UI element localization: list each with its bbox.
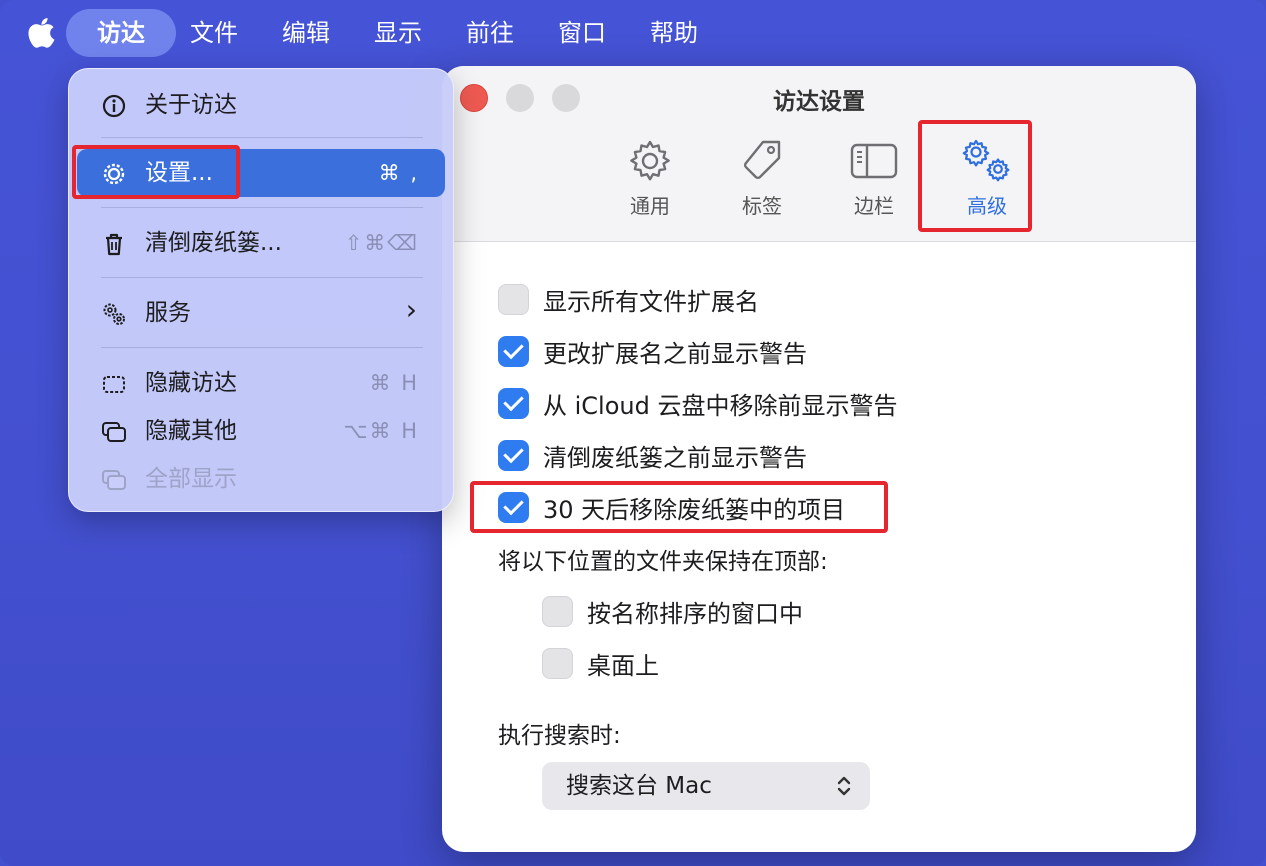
search-scope-value: 搜索这台 Mac <box>566 773 712 799</box>
menu-item-shortcut: ⌥⌘ H <box>343 419 419 443</box>
chevron-up-down-icon <box>837 776 851 796</box>
option-warn-icloud-remove[interactable]: 从 iCloud 云盘中移除前显示警告 <box>498 386 897 420</box>
desktop: 访达 文件 编辑 显示 前往 窗口 帮助 访达设置 通用 标签 边栏 高级 显示… <box>0 0 1266 866</box>
menu-item-hide-others[interactable]: 隐藏其他 ⌥⌘ H <box>77 407 445 455</box>
menu-item-label: 服务 <box>145 300 191 326</box>
menu-item-shortcut: ⇧⌘⌫ <box>344 231 419 255</box>
menu-item-about[interactable]: 关于访达 <box>77 81 445 129</box>
menu-item-shortcut: ⌘ , <box>378 161 419 185</box>
finder-settings-window: 访达设置 通用 标签 边栏 高级 显示所有文件扩展名 更改扩展名之前显示警告 从… <box>442 66 1196 852</box>
option-folders-top-desktop[interactable]: 桌面上 <box>542 646 659 680</box>
search-scope-label: 执行搜索时: <box>498 723 621 749</box>
option-warn-empty-trash[interactable]: 清倒废纸篓之前显示警告 <box>498 438 807 472</box>
menu-item-services[interactable]: 服务 › <box>77 289 445 337</box>
gear-icon <box>630 140 670 181</box>
show-all-icon <box>102 470 126 490</box>
menu-separator <box>101 277 423 278</box>
option-label: 清倒废纸篓之前显示警告 <box>543 443 807 472</box>
option-label: 桌面上 <box>587 651 659 680</box>
tab-tags-label: 标签 <box>742 194 782 218</box>
finder-menu: 关于访达 设置... ⌘ , 清倒废纸篓... ⇧⌘⌫ 服务 › 隐藏访达 ⌘ … <box>68 68 454 512</box>
menu-separator <box>101 207 423 208</box>
option-label: 更改扩展名之前显示警告 <box>543 339 807 368</box>
menu-item-show-all: 全部显示 <box>77 455 445 503</box>
option-label: 从 iCloud 云盘中移除前显示警告 <box>543 391 898 420</box>
trash-icon <box>106 233 122 256</box>
annotation-box-settings <box>72 145 240 199</box>
tag-icon <box>743 140 781 180</box>
option-warn-change-extension[interactable]: 更改扩展名之前显示警告 <box>498 334 807 368</box>
tab-general-label: 通用 <box>630 194 670 218</box>
menubar-finder[interactable]: 访达 <box>66 9 176 57</box>
hide-others-icon <box>102 422 126 442</box>
menubar-go[interactable]: 前往 <box>454 9 526 57</box>
search-scope-select[interactable]: 搜索这台 Mac <box>542 762 870 810</box>
sidebar-icon <box>850 143 898 179</box>
menubar-edit[interactable]: 编辑 <box>270 9 342 57</box>
menu-item-label: 全部显示 <box>145 466 237 492</box>
tab-tags[interactable]: 标签 <box>712 138 812 218</box>
tab-sidebar[interactable]: 边栏 <box>824 138 924 218</box>
folders-on-top-label: 将以下位置的文件夹保持在顶部: <box>498 549 828 575</box>
advanced-settings-pane: 显示所有文件扩展名 更改扩展名之前显示警告 从 iCloud 云盘中移除前显示警… <box>442 242 1196 852</box>
checkbox-checked[interactable] <box>498 439 529 471</box>
window-title: 访达设置 <box>773 89 865 115</box>
chevron-right-icon: › <box>405 293 419 326</box>
checkbox[interactable] <box>498 283 529 315</box>
window-toolbar: 访达设置 通用 标签 边栏 高级 <box>442 66 1196 242</box>
menu-item-label: 关于访达 <box>145 92 237 118</box>
menu-separator <box>101 347 423 348</box>
hide-window-icon <box>103 376 125 393</box>
annotation-box-trash-30-days <box>470 481 888 533</box>
checkbox-checked[interactable] <box>498 335 529 367</box>
menu-item-hide-finder[interactable]: 隐藏访达 ⌘ H <box>77 359 445 407</box>
menu-separator <box>101 137 423 138</box>
tab-sidebar-label: 边栏 <box>854 194 894 218</box>
checkbox[interactable] <box>542 595 573 627</box>
option-label: 按名称排序的窗口中 <box>587 599 803 628</box>
menu-item-label: 隐藏其他 <box>145 418 237 444</box>
menu-bar: 访达 文件 编辑 显示 前往 窗口 帮助 <box>0 0 1266 66</box>
menu-item-label: 隐藏访达 <box>145 370 237 396</box>
menu-item-empty-trash[interactable]: 清倒废纸篓... ⇧⌘⌫ <box>77 219 445 267</box>
option-folders-top-windows[interactable]: 按名称排序的窗口中 <box>542 594 803 628</box>
option-label: 显示所有文件扩展名 <box>543 287 759 316</box>
menubar-view[interactable]: 显示 <box>362 9 434 57</box>
annotation-box-advanced-tab <box>918 120 1032 232</box>
menubar-file[interactable]: 文件 <box>178 9 250 57</box>
menubar-help[interactable]: 帮助 <box>638 9 710 57</box>
info-circle-icon <box>102 94 126 118</box>
menu-item-shortcut: ⌘ H <box>369 371 419 395</box>
tab-general[interactable]: 通用 <box>600 138 700 218</box>
apple-logo-icon[interactable] <box>28 16 56 48</box>
checkbox[interactable] <box>542 647 573 679</box>
menu-item-label: 清倒废纸篓... <box>145 230 282 256</box>
menubar-window[interactable]: 窗口 <box>546 9 618 57</box>
checkbox-checked[interactable] <box>498 387 529 419</box>
services-gears-icon <box>103 303 125 325</box>
option-show-extensions[interactable]: 显示所有文件扩展名 <box>498 282 759 316</box>
